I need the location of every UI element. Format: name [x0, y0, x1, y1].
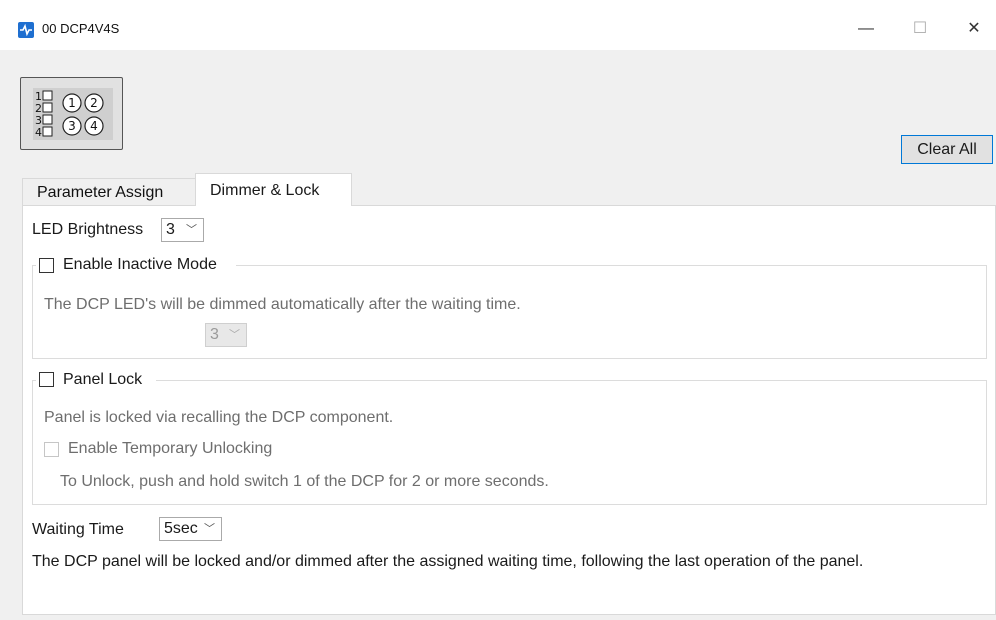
- close-button[interactable]: ✕: [954, 14, 994, 44]
- maximize-button[interactable]: ☐: [900, 14, 940, 44]
- knob-label-1: 1: [68, 96, 76, 110]
- led-brightness-select[interactable]: 3 ﹀: [161, 218, 204, 242]
- waiting-time-value: 5sec: [164, 520, 198, 537]
- enable-inactive-mode-checkbox[interactable]: [39, 258, 54, 273]
- panel-lock-label[interactable]: Panel Lock: [63, 371, 142, 389]
- inactive-mode-description: The DCP LED's will be dimmed automatical…: [44, 296, 521, 313]
- inactive-brightness-value: 3: [210, 326, 219, 343]
- tab-dimmer-lock[interactable]: Dimmer & Lock: [195, 173, 352, 206]
- knob-label-4: 4: [90, 119, 98, 133]
- knob-label-2: 2: [90, 96, 98, 110]
- chevron-down-icon: ﹀: [229, 329, 240, 341]
- waiting-time-select[interactable]: 5sec ﹀: [159, 517, 222, 541]
- led-brightness-label: LED Brightness: [32, 221, 144, 238]
- dcp4v4s-layout-icon: 1 2 3 4 1 2 3 4: [33, 88, 113, 140]
- dcp-settings-window: 00 DCP4V4S — ☐ ✕ 1 2 3 4 1 2 3 4 Clear A…: [0, 0, 996, 620]
- title-bar[interactable]: 00 DCP4V4S — ☐ ✕: [0, 0, 996, 50]
- enable-temporary-unlocking-checkbox[interactable]: [44, 442, 59, 457]
- knob-label-3: 3: [68, 119, 76, 133]
- window-title: 00 DCP4V4S: [42, 21, 120, 36]
- minimize-button[interactable]: —: [846, 14, 886, 44]
- app-icon: [18, 22, 34, 38]
- device-layout-button[interactable]: 1 2 3 4 1 2 3 4: [20, 77, 123, 150]
- footer-note: The DCP panel will be locked and/or dimm…: [32, 553, 864, 570]
- panel-lock-description: Panel is locked via recalling the DCP co…: [44, 409, 394, 426]
- panel-lock-checkbox[interactable]: [39, 372, 54, 387]
- unlock-hint: To Unlock, push and hold switch 1 of the…: [60, 473, 549, 490]
- chevron-down-icon: ﹀: [204, 523, 215, 535]
- led-brightness-value: 3: [166, 221, 175, 238]
- tab-parameter-assign[interactable]: Parameter Assign: [22, 178, 195, 206]
- chevron-down-icon: ﹀: [186, 224, 197, 236]
- enable-temporary-unlocking-label[interactable]: Enable Temporary Unlocking: [68, 440, 272, 458]
- enable-inactive-mode-label[interactable]: Enable Inactive Mode: [63, 256, 217, 274]
- switch-label-4: 4: [35, 126, 42, 139]
- clear-all-button[interactable]: Clear All: [901, 135, 993, 164]
- waiting-time-label: Waiting Time: [32, 521, 124, 538]
- inactive-brightness-select[interactable]: 3 ﹀: [205, 323, 247, 347]
